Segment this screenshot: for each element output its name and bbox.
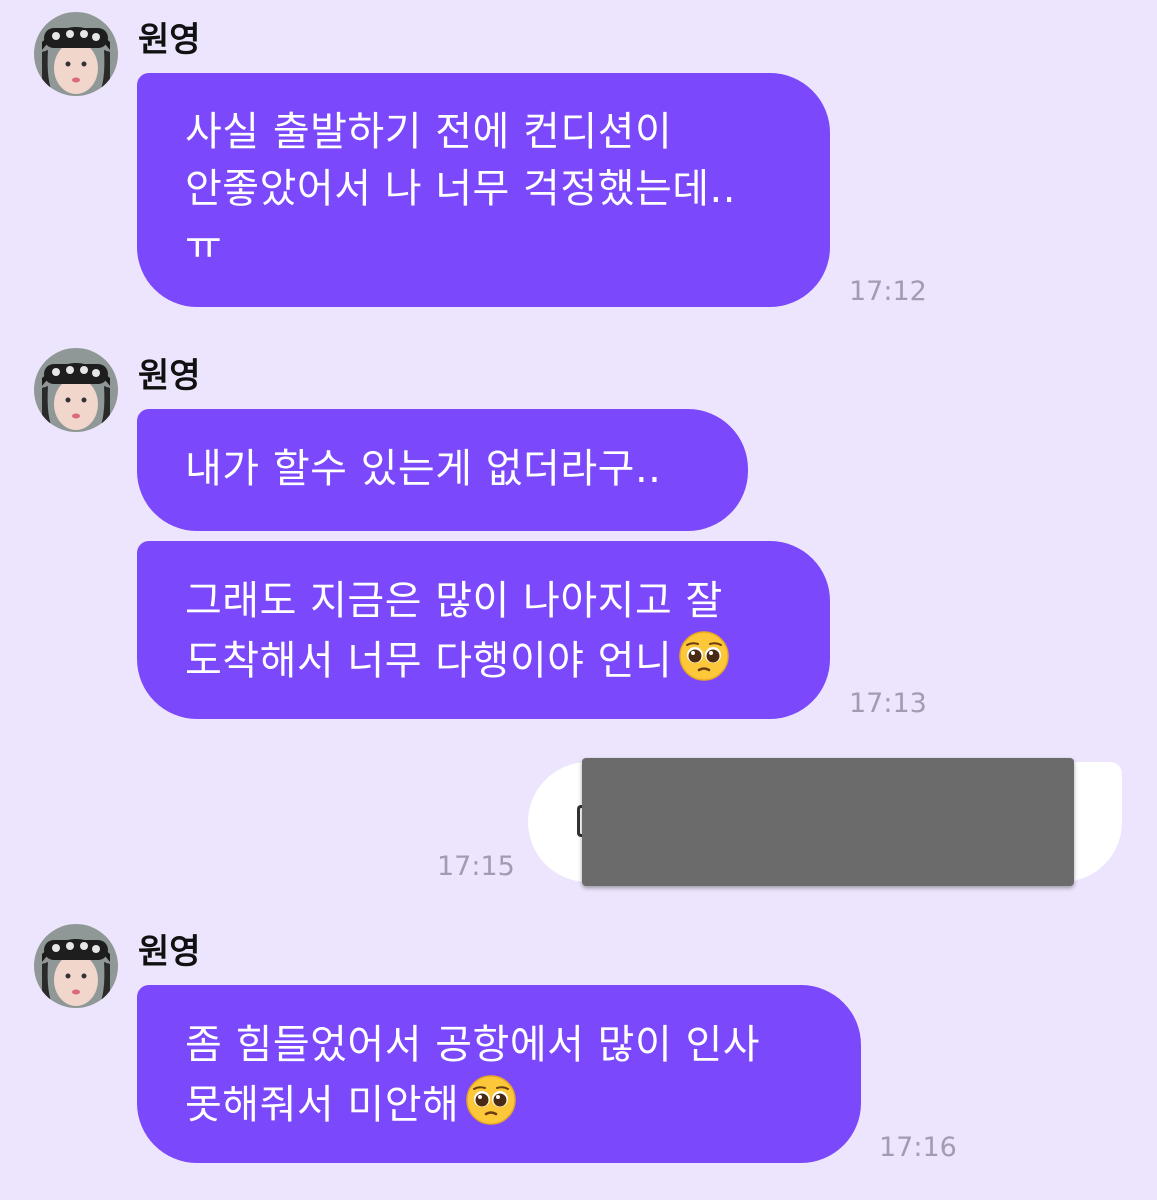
pleading-face-icon — [678, 630, 730, 682]
sender-name: 원영 — [138, 932, 201, 972]
message-text: 도착해서 너무 다행이야 언니 — [185, 638, 673, 684]
message-bubble[interactable]: 좀 힘들었어서 공항에서 많이 인사 못해줘서 미안해 — [137, 985, 861, 1163]
profile-photo — [34, 348, 118, 432]
message-bubble[interactable]: 그래도 지금은 많이 나아지고 잘 도착해서 너무 다행이야 언니 — [137, 541, 830, 719]
avatar[interactable] — [34, 924, 118, 1008]
message-text: 못해줘서 미안해 — [185, 1082, 460, 1128]
sender-name: 원영 — [138, 356, 201, 396]
message-bubble[interactable]: 내가 할수 있는게 없더라구.. — [137, 409, 748, 531]
message-line-with-emoji: 도착해서 너무 다행이야 언니 — [185, 630, 830, 690]
message-line-with-emoji: 못해줘서 미안해 — [185, 1074, 861, 1134]
message-line: 그래도 지금은 많이 나아지고 잘 — [185, 578, 723, 624]
timestamp: 17:16 — [879, 1132, 957, 1163]
message-line: 안좋았어서 나 너무 걱정했는데.. — [185, 166, 736, 212]
avatar[interactable] — [34, 12, 118, 96]
timestamp: 17:13 — [849, 688, 927, 719]
profile-photo — [34, 12, 118, 96]
message-line: ㅠ — [185, 223, 223, 269]
message-line: 내가 할수 있는게 없더라구.. — [185, 446, 662, 492]
profile-photo — [34, 924, 118, 1008]
timestamp: 17:15 — [437, 851, 515, 882]
timestamp: 17:12 — [849, 276, 927, 307]
message-bubble[interactable]: 사실 출발하기 전에 컨디션이 안좋았어서 나 너무 걱정했는데.. ㅠ — [137, 73, 830, 307]
sender-name: 원영 — [138, 20, 201, 60]
message-line: 사실 출발하기 전에 컨디션이 — [185, 109, 673, 155]
redacted-content — [582, 758, 1074, 886]
message-line: 좀 힘들었어서 공항에서 많이 인사 — [185, 1022, 761, 1068]
avatar[interactable] — [34, 348, 118, 432]
pleading-face-icon — [465, 1074, 517, 1126]
